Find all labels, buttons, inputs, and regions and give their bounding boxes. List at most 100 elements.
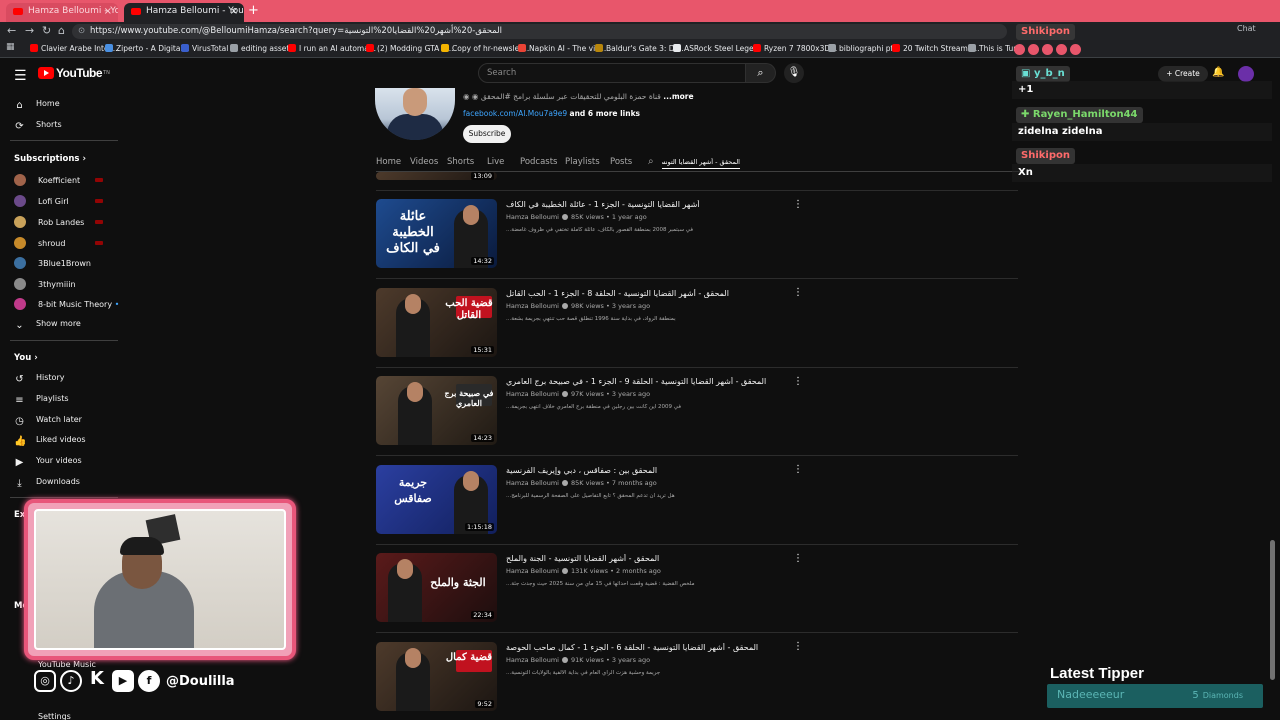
- bookmark[interactable]: Copy of hr-newslet...: [441, 43, 529, 55]
- video-thumbnail[interactable]: الجثة والملح 22:34: [376, 553, 497, 622]
- video-thumbnail[interactable]: قضية الحب القاتل 15:31: [376, 288, 497, 357]
- thumbnail-head: [405, 648, 421, 668]
- url-field[interactable]: ⊙ https://www.youtube.com/@BelloumiHamza…: [72, 24, 1007, 39]
- tab-posts[interactable]: Posts: [610, 157, 632, 167]
- browser-tab-active[interactable]: Hamza Belloumi - YouTube ×: [124, 3, 244, 22]
- forward-icon[interactable]: →: [25, 24, 34, 37]
- video-thumbnail[interactable]: قضية كمال 9:52: [376, 642, 497, 711]
- sidebar-item-home[interactable]: ⌂ Home: [14, 99, 59, 111]
- avatar: [14, 278, 26, 290]
- channel-badge-icon: ◉ ◉: [463, 92, 479, 101]
- close-tab-icon[interactable]: ×: [104, 3, 112, 20]
- video-thumbnail[interactable]: في صبيحة برج العامري 14:23: [376, 376, 497, 445]
- voice-search-button[interactable]: 🎙: [784, 63, 804, 83]
- sidebar-item-settings[interactable]: Settings: [38, 712, 71, 720]
- playlists-icon: ≡: [15, 395, 24, 406]
- sidebar-item-subscription[interactable]: 8-bit Music Theory •: [14, 298, 119, 310]
- tab-shorts[interactable]: Shorts: [447, 157, 474, 167]
- sidebar-item-your-videos[interactable]: ▶ Your videos: [14, 456, 82, 468]
- video-meta: Hamza Belloumi 97K views • 3 years ago: [506, 390, 651, 398]
- sidebar-item-subscription[interactable]: Lofi Girl: [14, 195, 69, 207]
- bookmark[interactable]: ASRock Steel Lege...: [673, 43, 761, 55]
- subscribe-button[interactable]: Subscribe: [463, 125, 511, 143]
- menu-icon[interactable]: ☰: [14, 68, 27, 84]
- bookmark[interactable]: editing assets: [230, 43, 293, 55]
- channel-name[interactable]: Hamza Belloumi: [506, 656, 559, 664]
- sidebar-item-youtube-music[interactable]: YouTube Music: [38, 660, 96, 669]
- tab-podcasts[interactable]: Podcasts: [520, 157, 558, 167]
- duration-badge: 15:31: [471, 346, 494, 354]
- more-options-icon[interactable]: ⋮: [793, 553, 803, 564]
- tab-videos[interactable]: Videos: [410, 157, 438, 167]
- sidebar-item-liked-videos[interactable]: 👍 Liked videos: [14, 435, 86, 447]
- sidebar-item-playlists[interactable]: ≡ Playlists: [14, 394, 68, 406]
- bookmark[interactable]: bibliographi pfe: [828, 43, 898, 55]
- bookmark[interactable]: Ryzen 7 7800x3D...: [753, 43, 837, 55]
- sidebar-item-subscription[interactable]: 3Blue1Brown: [14, 257, 91, 269]
- sidebar-item-subscription[interactable]: shroud: [14, 237, 65, 249]
- more-options-icon[interactable]: ⋮: [793, 464, 803, 475]
- youtube-logo[interactable]: YouTube TN: [38, 66, 110, 80]
- chat-message: +1: [1012, 81, 1272, 99]
- sidebar-item-downloads[interactable]: ⤓ Downloads: [14, 477, 80, 489]
- video-thumbnail[interactable]: 13:09: [376, 172, 497, 180]
- close-tab-icon[interactable]: ×: [230, 3, 238, 20]
- browser-tab[interactable]: Hamza Belloumi - YouTube ×: [6, 3, 118, 22]
- tab-home[interactable]: Home: [376, 157, 401, 167]
- more-link[interactable]: ...more: [663, 92, 693, 101]
- channel-avatar[interactable]: [375, 88, 455, 140]
- facebook-link[interactable]: facebook.com/Al.Mou7a9e9: [463, 109, 567, 118]
- more-options-icon[interactable]: ⋮: [793, 376, 803, 387]
- reload-icon[interactable]: ↻: [42, 24, 51, 37]
- new-tab-icon[interactable]: +: [248, 3, 259, 18]
- sidebar-item-subscription[interactable]: 3thymiiin: [14, 278, 76, 290]
- channel-search-input[interactable]: المحقق - أشهر القضايا التونسية: [662, 158, 740, 169]
- search-icon[interactable]: ⌕: [648, 156, 654, 167]
- channel-name[interactable]: Hamza Belloumi: [506, 390, 559, 398]
- video-title[interactable]: المحقق - أشهر القضايا التونسية - الحلقة …: [506, 289, 786, 298]
- video-title[interactable]: المحقق - أشهر القضايا التونسية - الحلقة …: [506, 643, 786, 652]
- emote-icon: [1028, 44, 1039, 55]
- channel-name[interactable]: Hamza Belloumi: [506, 302, 559, 310]
- bookmark[interactable]: VirusTotal: [181, 43, 228, 55]
- scrollbar[interactable]: [1270, 540, 1275, 680]
- bookmark[interactable]: I run an AI automa...: [288, 43, 376, 55]
- channel-name[interactable]: Hamza Belloumi: [506, 479, 559, 487]
- apps-icon[interactable]: ▦: [6, 42, 15, 52]
- bookmark[interactable]: 20 Twitch Stream I...: [892, 43, 980, 55]
- sidebar-item-watch-later[interactable]: ◷ Watch later: [14, 415, 82, 427]
- back-icon[interactable]: ←: [7, 24, 16, 37]
- video-thumbnail[interactable]: عائلة الخطيبة في الكاف 14:32: [376, 199, 497, 268]
- video-title[interactable]: المحقق - أشهر القضايا التونسية - الجنة و…: [506, 554, 786, 563]
- video-title[interactable]: المحقق - أشهر القضايا التونسية - الحلقة …: [506, 377, 786, 386]
- more-options-icon[interactable]: ⋮: [793, 641, 803, 652]
- channel-description[interactable]: ◉ ◉ قناة حمزة البلومي للتحقيقات عبر سلسل…: [463, 92, 694, 101]
- sidebar-item-subscription[interactable]: Rob Landes: [14, 216, 84, 228]
- you-heading[interactable]: You ›: [14, 353, 38, 363]
- more-options-icon[interactable]: ⋮: [793, 199, 803, 210]
- subscriptions-heading[interactable]: Subscriptions ›: [14, 154, 86, 164]
- sidebar-item-subscription[interactable]: Koefficient: [14, 174, 80, 186]
- channel-name[interactable]: Hamza Belloumi: [506, 567, 559, 575]
- home-icon[interactable]: ⌂: [58, 24, 65, 37]
- tab-playlists[interactable]: Playlists: [565, 157, 600, 167]
- more-options-icon[interactable]: ⋮: [793, 287, 803, 298]
- video-title[interactable]: المحقق بين : صفاقس ، دبي وإيريف الفرنسية: [506, 466, 786, 475]
- microphone-icon: 🎙: [787, 67, 801, 78]
- video-thumbnail[interactable]: جريمة صفاقس 1:15:18: [376, 465, 497, 534]
- bookmark[interactable]: Napkin AI - The vis...: [518, 43, 606, 55]
- more-links[interactable]: and 6 more links: [570, 109, 641, 118]
- thumbnail-head: [463, 205, 479, 225]
- channel-name[interactable]: Hamza Belloumi: [506, 213, 559, 221]
- video-description: في 2009 أين كانت بين رجلين في منطقة برج …: [506, 404, 682, 410]
- sidebar-item-history[interactable]: ↺ History: [14, 373, 64, 385]
- site-info-icon[interactable]: ⊙: [78, 24, 85, 39]
- tab-live[interactable]: Live: [487, 157, 504, 167]
- video-title[interactable]: أشهر القضايا التونسية - الجزء 1 - عائلة …: [506, 200, 786, 209]
- bookmark[interactable]: Baldur's Gate 3: Di...: [595, 43, 684, 55]
- show-more-button[interactable]: ⌄ Show more: [14, 319, 81, 331]
- search-input[interactable]: Search: [478, 63, 746, 83]
- sidebar-item-shorts[interactable]: ⟳ Shorts: [14, 120, 61, 132]
- bookmark[interactable]: Ziperto - A Digital...: [105, 43, 190, 55]
- search-button[interactable]: ⌕: [746, 63, 776, 83]
